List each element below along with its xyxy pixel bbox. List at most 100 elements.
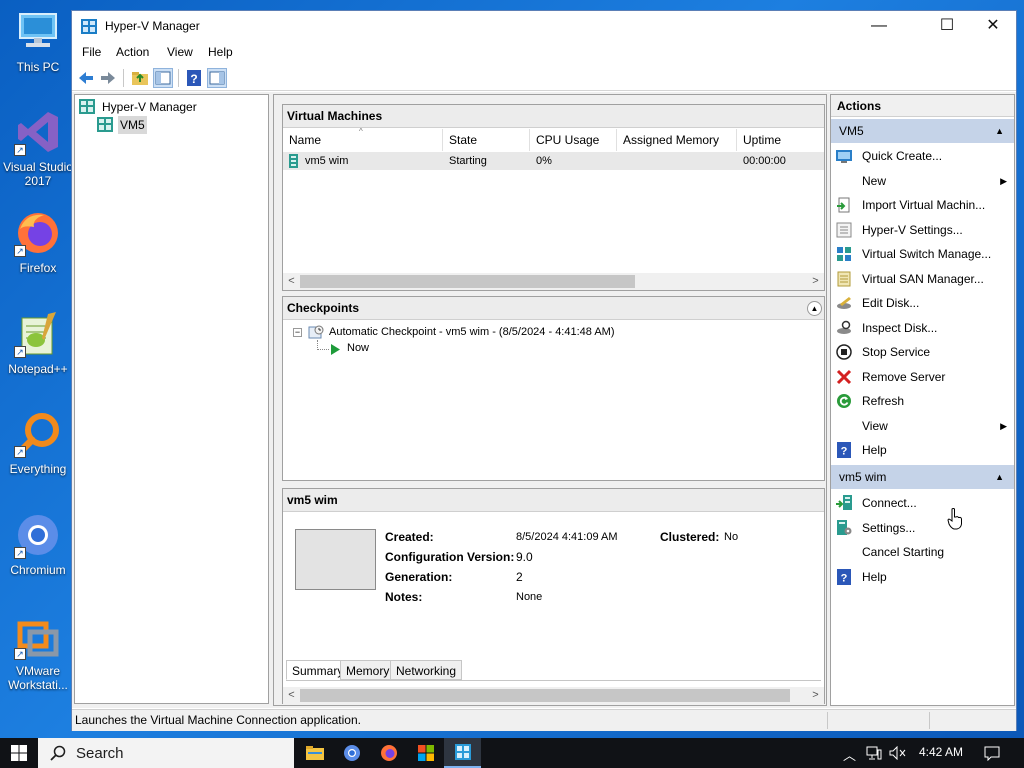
- desktop-icon-notepad-plus-plus[interactable]: ↗ Notepad++: [2, 308, 74, 404]
- virtual-machines-panel: Virtual Machines Name ^ State CPU Usage …: [282, 104, 825, 291]
- column-header-uptime[interactable]: Uptime: [737, 129, 824, 151]
- volume-muted-icon[interactable]: [889, 746, 907, 760]
- desktop-icon-label: Chromium: [10, 563, 66, 577]
- checkpoint-item[interactable]: Automatic Checkpoint - vm5 wim - (8/5/20…: [329, 326, 615, 338]
- details-horizontal-scrollbar[interactable]: < >: [283, 687, 824, 704]
- help-icon[interactable]: ?: [184, 68, 204, 88]
- menu-action[interactable]: Action: [116, 45, 149, 59]
- checkpoint-now[interactable]: Now: [347, 342, 369, 354]
- show-hide-console-tree-icon[interactable]: [153, 68, 173, 88]
- desktop-icon-label: Everything: [9, 462, 67, 476]
- tree-item-vm5[interactable]: VM5: [97, 116, 257, 134]
- column-header-name[interactable]: Name ^: [283, 127, 443, 151]
- notes-value: None: [516, 591, 543, 603]
- action-import-virtual-machin[interactable]: Import Virtual Machin...: [831, 193, 1014, 217]
- table-row[interactable]: vm5 wim Starting 0% 00:00:00: [283, 152, 824, 170]
- action-help[interactable]: ? Help: [831, 438, 1014, 462]
- column-header-cpu-usage[interactable]: CPU Usage: [530, 129, 617, 151]
- menu-file[interactable]: File: [82, 45, 101, 59]
- action-settings[interactable]: Settings...: [831, 516, 1014, 540]
- taskbar-windows-store[interactable]: [407, 738, 444, 768]
- action-label: Inspect Disk...: [862, 320, 938, 335]
- action-label: Remove Server: [862, 369, 946, 384]
- action-cancel-starting[interactable]: Cancel Starting: [831, 540, 1014, 564]
- desktop-icon-label: VMware Workstati...: [8, 664, 68, 692]
- network-icon[interactable]: [866, 746, 882, 760]
- desktop-icon-visual-studio[interactable]: ↗ Visual Studio 2017: [2, 106, 74, 202]
- menu-help[interactable]: Help: [208, 45, 233, 59]
- vm-thumbnail[interactable]: [295, 529, 376, 590]
- action-virtual-san-manager[interactable]: Virtual SAN Manager...: [831, 267, 1014, 291]
- scroll-left-arrow-icon[interactable]: <: [283, 273, 300, 290]
- action-remove-server[interactable]: Remove Server: [831, 365, 1014, 389]
- up-folder-icon[interactable]: [130, 68, 150, 88]
- action-label: Quick Create...: [862, 149, 943, 163]
- action-edit-disk[interactable]: Edit Disk...: [831, 291, 1014, 315]
- hyperv-manager-icon: [79, 99, 95, 114]
- desktop-icon-this-pc[interactable]: This PC: [2, 6, 74, 102]
- notepad-plus-plus-icon: ↗: [14, 310, 62, 358]
- tree-collapse-icon[interactable]: −: [293, 328, 302, 337]
- menu-view[interactable]: View: [167, 45, 193, 59]
- taskbar-file-explorer[interactable]: [296, 738, 333, 768]
- remove-icon: [836, 369, 852, 385]
- column-header-assigned-memory[interactable]: Assigned Memory: [617, 129, 737, 151]
- action-help[interactable]: ? Help: [831, 565, 1014, 589]
- action-view[interactable]: View ▶: [831, 414, 1014, 438]
- vm-details-header: vm5 wim: [283, 489, 824, 512]
- taskbar-search-box[interactable]: Search: [38, 738, 294, 768]
- scroll-right-arrow-icon[interactable]: >: [807, 273, 824, 290]
- taskbar-hyperv-manager[interactable]: [444, 738, 481, 768]
- forward-arrow-icon[interactable]: [98, 68, 118, 88]
- action-hyper-v-settings[interactable]: Hyper-V Settings...: [831, 218, 1014, 242]
- submenu-arrow-icon: ▶: [1000, 420, 1007, 431]
- tree-connector: [317, 340, 329, 350]
- action-refresh[interactable]: Refresh: [831, 389, 1014, 413]
- actions-section-vm5-wim[interactable]: vm5 wim ▲: [831, 465, 1014, 489]
- desktop-icon-chromium[interactable]: ↗ Chromium: [2, 509, 74, 605]
- desktop-icon-vmware[interactable]: ↗ VMware Workstati...: [2, 610, 74, 706]
- tree-item-hyperv-manager[interactable]: Hyper-V Manager: [79, 98, 264, 116]
- show-hide-action-pane-icon[interactable]: [207, 68, 227, 88]
- scrollbar-thumb[interactable]: [300, 275, 635, 288]
- notification-center-icon[interactable]: [984, 746, 1000, 761]
- close-button[interactable]: ✕: [970, 11, 1016, 41]
- desktop-icon-everything[interactable]: ↗ Everything: [2, 408, 74, 504]
- scroll-right-arrow-icon[interactable]: >: [807, 687, 824, 704]
- taskbar-clock[interactable]: 4:42 AM: [919, 745, 963, 759]
- vm-uptime-cell: 00:00:00: [743, 155, 786, 167]
- title-bar[interactable]: Hyper-V Manager — ☐ ✕: [72, 11, 1016, 42]
- scrollbar-thumb[interactable]: [300, 689, 790, 702]
- action-stop-service[interactable]: Stop Service: [831, 340, 1014, 364]
- column-header-state[interactable]: State: [443, 129, 530, 151]
- minimize-button[interactable]: —: [856, 11, 902, 41]
- action-label: Settings...: [862, 520, 916, 535]
- scroll-left-arrow-icon[interactable]: <: [283, 687, 300, 704]
- edit-disk-icon: [836, 295, 852, 311]
- shortcut-arrow-icon: ↗: [14, 648, 26, 660]
- action-new[interactable]: New ▶: [831, 169, 1014, 193]
- action-virtual-switch-manage[interactable]: Virtual Switch Manage...: [831, 242, 1014, 266]
- action-connect[interactable]: Connect...: [831, 491, 1014, 515]
- tab-memory[interactable]: Memory: [340, 660, 396, 680]
- windows-logo-icon: [11, 745, 27, 761]
- vm-list-horizontal-scrollbar[interactable]: < >: [283, 273, 824, 290]
- tab-networking[interactable]: Networking: [390, 660, 463, 680]
- actions-section-vm5[interactable]: VM5 ▲: [831, 119, 1014, 143]
- taskbar-chromium[interactable]: [333, 738, 370, 768]
- submenu-arrow-icon: ▶: [1000, 175, 1007, 186]
- start-button[interactable]: [0, 738, 38, 768]
- status-separator: [929, 712, 930, 729]
- chevron-up-icon[interactable]: ︿: [843, 745, 856, 764]
- firefox-icon: ↗: [14, 209, 62, 257]
- desktop-icon-firefox[interactable]: ↗ Firefox: [2, 207, 74, 303]
- shortcut-arrow-icon: ↗: [14, 346, 26, 358]
- back-arrow-icon[interactable]: [76, 68, 96, 88]
- action-inspect-disk[interactable]: Inspect Disk...: [831, 316, 1014, 340]
- collapse-panel-icon[interactable]: ▲: [807, 301, 822, 316]
- maximize-button[interactable]: ☐: [924, 11, 970, 41]
- action-label: Refresh: [862, 394, 905, 408]
- action-quick-create[interactable]: Quick Create...: [831, 144, 1014, 168]
- taskbar-firefox[interactable]: [370, 738, 407, 768]
- switch-icon: [836, 246, 852, 262]
